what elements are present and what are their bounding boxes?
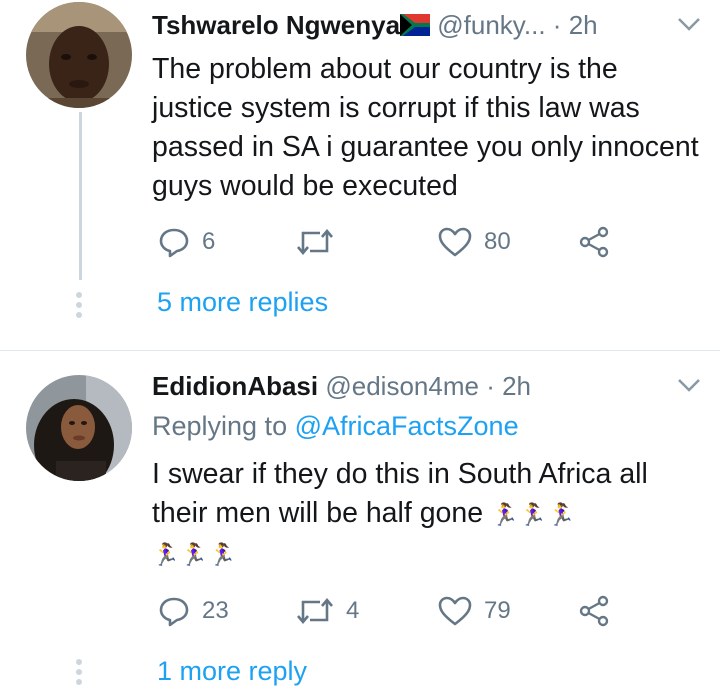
emoji-sequence-1: 🏃‍♀🏃‍♀🏃‍♀ [491,502,577,527]
display-name[interactable]: EdidionAbasi [152,371,318,401]
display-name[interactable]: Tshwarelo Ngwenya [152,10,400,40]
tweet-actions: 6 80 [152,222,622,262]
tweet-text: I swear if they do this in South Africa … [152,455,700,574]
tweet-2[interactable]: EdidionAbasi @edison4me · 2h Replying to… [0,351,720,698]
retweet-count: 4 [346,597,360,624]
share-icon [579,595,609,627]
flag-emoji [400,14,431,39]
user-handle[interactable]: @funky... [437,10,545,40]
tweet-actions: 23 4 79 [152,591,622,631]
tweet-text: The problem about our country is the jus… [152,53,699,202]
share-icon [579,226,609,258]
like-icon [438,227,472,257]
like-count: 80 [484,228,511,255]
user-handle[interactable]: @edison4me [325,371,479,401]
tweet-1[interactable]: Tshwarelo Ngwenya @funky... · 2h The pro… [0,0,720,350]
reply-count: 6 [202,228,216,255]
reply-icon [159,228,189,258]
like-icon [438,596,472,626]
retweet-icon [297,597,333,625]
like-button[interactable]: 80 [438,222,511,262]
replying-to: Replying to @AfricaFactsZone [152,411,519,442]
thread-line [79,112,82,280]
retweet-button[interactable] [296,222,346,262]
reply-button[interactable]: 6 [158,222,215,262]
more-replies-dots [75,292,83,322]
emoji-sequence-2: 🏃‍♀🏃‍♀🏃‍♀ [152,542,238,567]
more-replies-dots [75,659,83,689]
more-replies-link[interactable]: 5 more replies [157,287,328,318]
share-button[interactable] [578,222,610,262]
retweet-icon [297,228,333,256]
reply-button[interactable]: 23 [158,591,229,631]
reply-icon [159,597,189,627]
chevron-down-icon[interactable] [676,14,702,34]
separator-dot: · [486,371,495,401]
separator-dot: · [552,10,562,40]
retweet-button[interactable]: 4 [296,591,359,631]
tweet-header: EdidionAbasi @edison4me · 2h [152,371,531,402]
like-button[interactable]: 79 [438,591,511,631]
share-button[interactable] [578,591,610,631]
timestamp[interactable]: 2h [502,371,531,401]
reply-count: 23 [202,597,229,624]
replying-prefix: Replying to [152,411,288,441]
avatar[interactable] [26,375,132,481]
timestamp[interactable]: 2h [569,10,598,40]
replying-to-mention[interactable]: @AfricaFactsZone [295,411,519,441]
like-count: 79 [484,597,511,624]
more-replies-link[interactable]: 1 more reply [157,656,307,687]
tweet-header: Tshwarelo Ngwenya @funky... · 2h [152,10,598,41]
avatar[interactable] [26,2,132,108]
chevron-down-icon[interactable] [676,375,702,395]
